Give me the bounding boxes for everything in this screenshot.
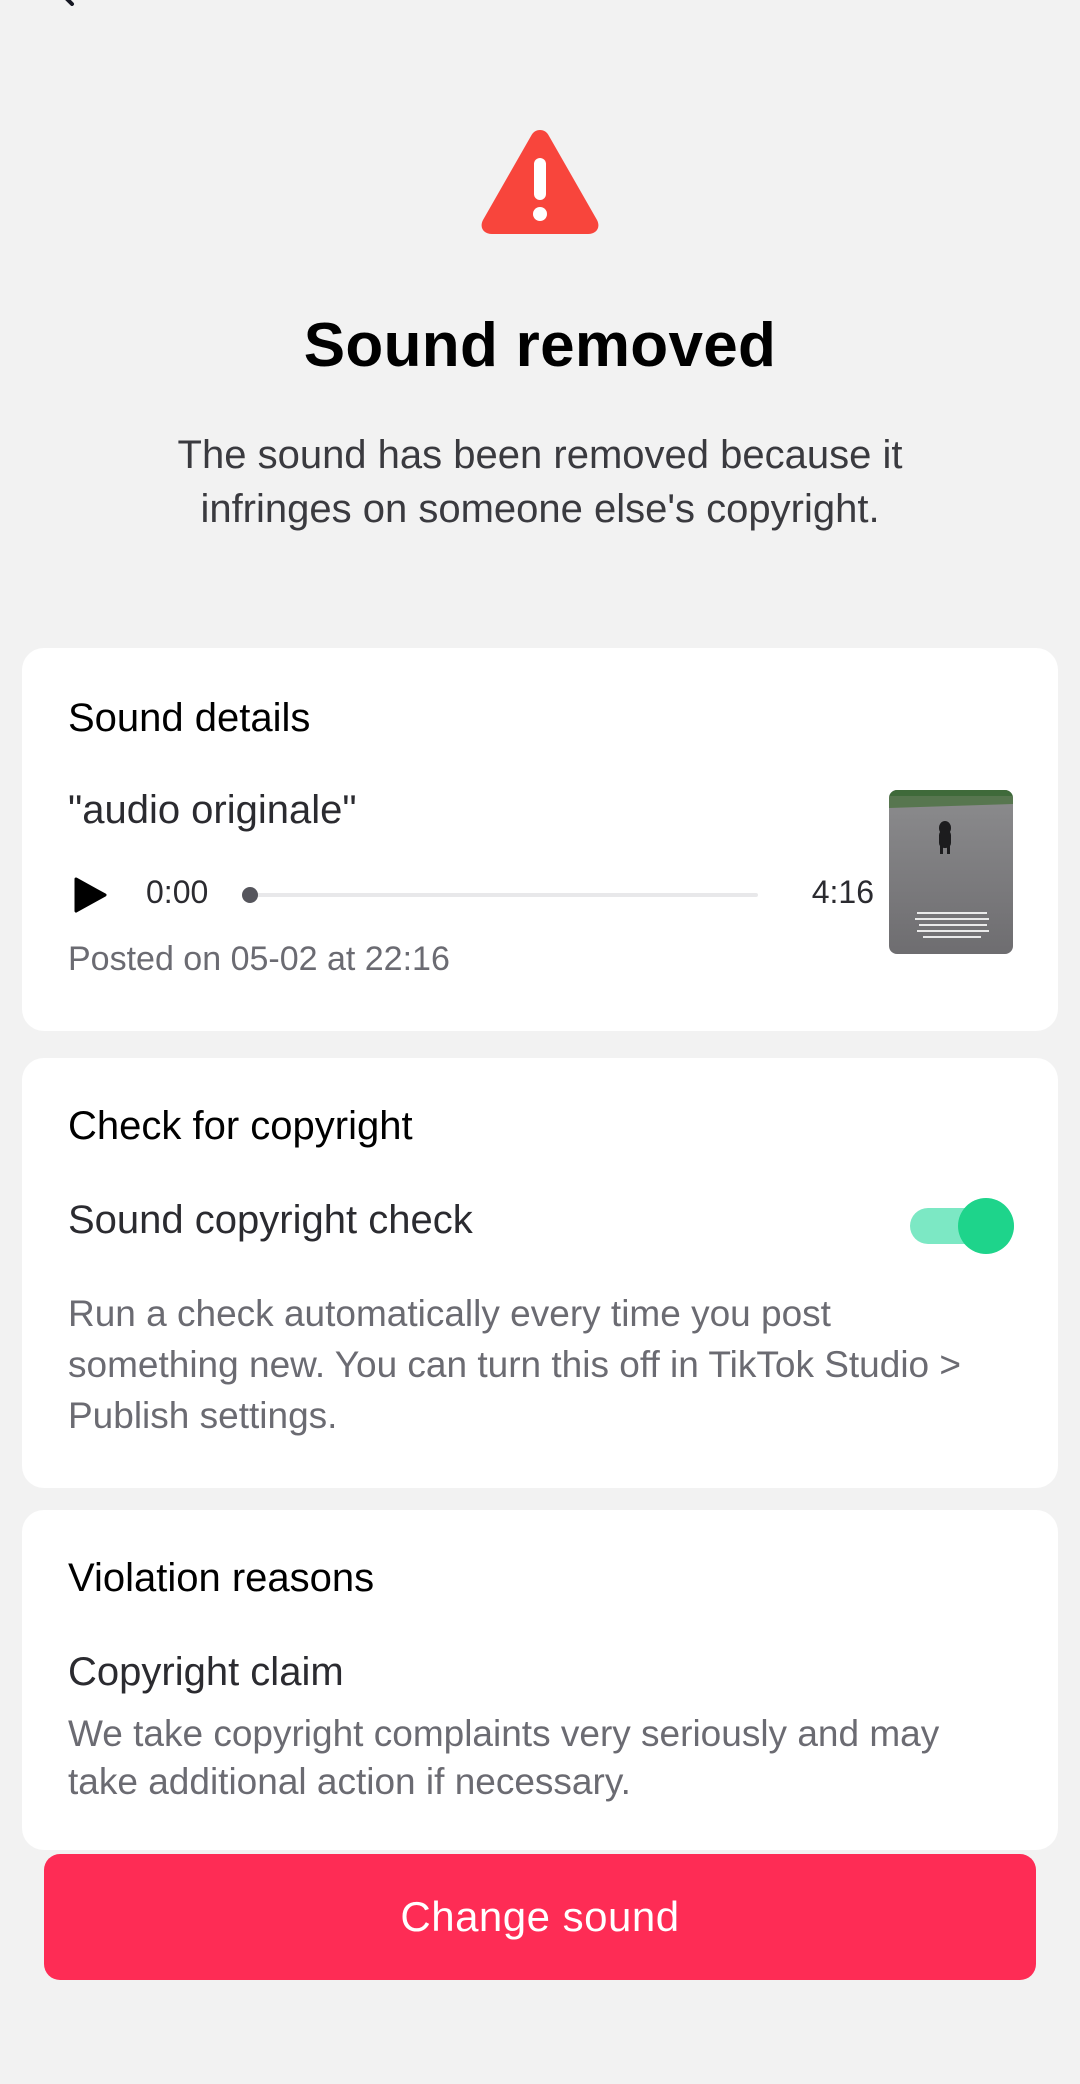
chevron-left-icon[interactable] [52, 0, 80, 6]
page-subtitle: The sound has been removed because it in… [177, 433, 903, 531]
track-name: "audio originale" [68, 788, 357, 832]
copyright-check-label: Sound copyright check [68, 1198, 473, 1242]
video-thumbnail[interactable] [889, 790, 1013, 954]
claim-text: We take copyright complaints very seriou… [68, 1713, 940, 1802]
copyright-check-description: Run a check automatically every time you… [68, 1293, 962, 1436]
claim-title: Copyright claim [68, 1650, 344, 1694]
violation-reasons-title: Violation reasons [68, 1556, 375, 1600]
posted-date: Posted on 05-02 at 22:16 [68, 940, 450, 978]
violation-reasons-card: Violation reasons Copyright claim We tak… [22, 1510, 1058, 1850]
current-time: 0:00 [146, 874, 209, 910]
page-title: Sound removed [303, 311, 777, 380]
play-icon[interactable] [72, 876, 108, 914]
toggle-knob [958, 1198, 1014, 1254]
copyright-check-card: Check for copyright Sound copyright chec… [22, 1058, 1058, 1488]
copyright-check-toggle[interactable] [910, 1198, 1014, 1254]
progress-bar[interactable] [248, 893, 758, 897]
sound-details-title: Sound details [68, 696, 311, 740]
total-time: 4:16 [811, 874, 874, 910]
progress-knob[interactable] [242, 887, 258, 903]
change-sound-button[interactable]: Change sound [44, 1854, 1036, 1980]
sound-details-card: Sound details "audio originale" 0:00 4:1… [22, 648, 1058, 1031]
copyright-check-title: Check for copyright [68, 1104, 413, 1148]
warning-triangle-icon [481, 130, 599, 234]
